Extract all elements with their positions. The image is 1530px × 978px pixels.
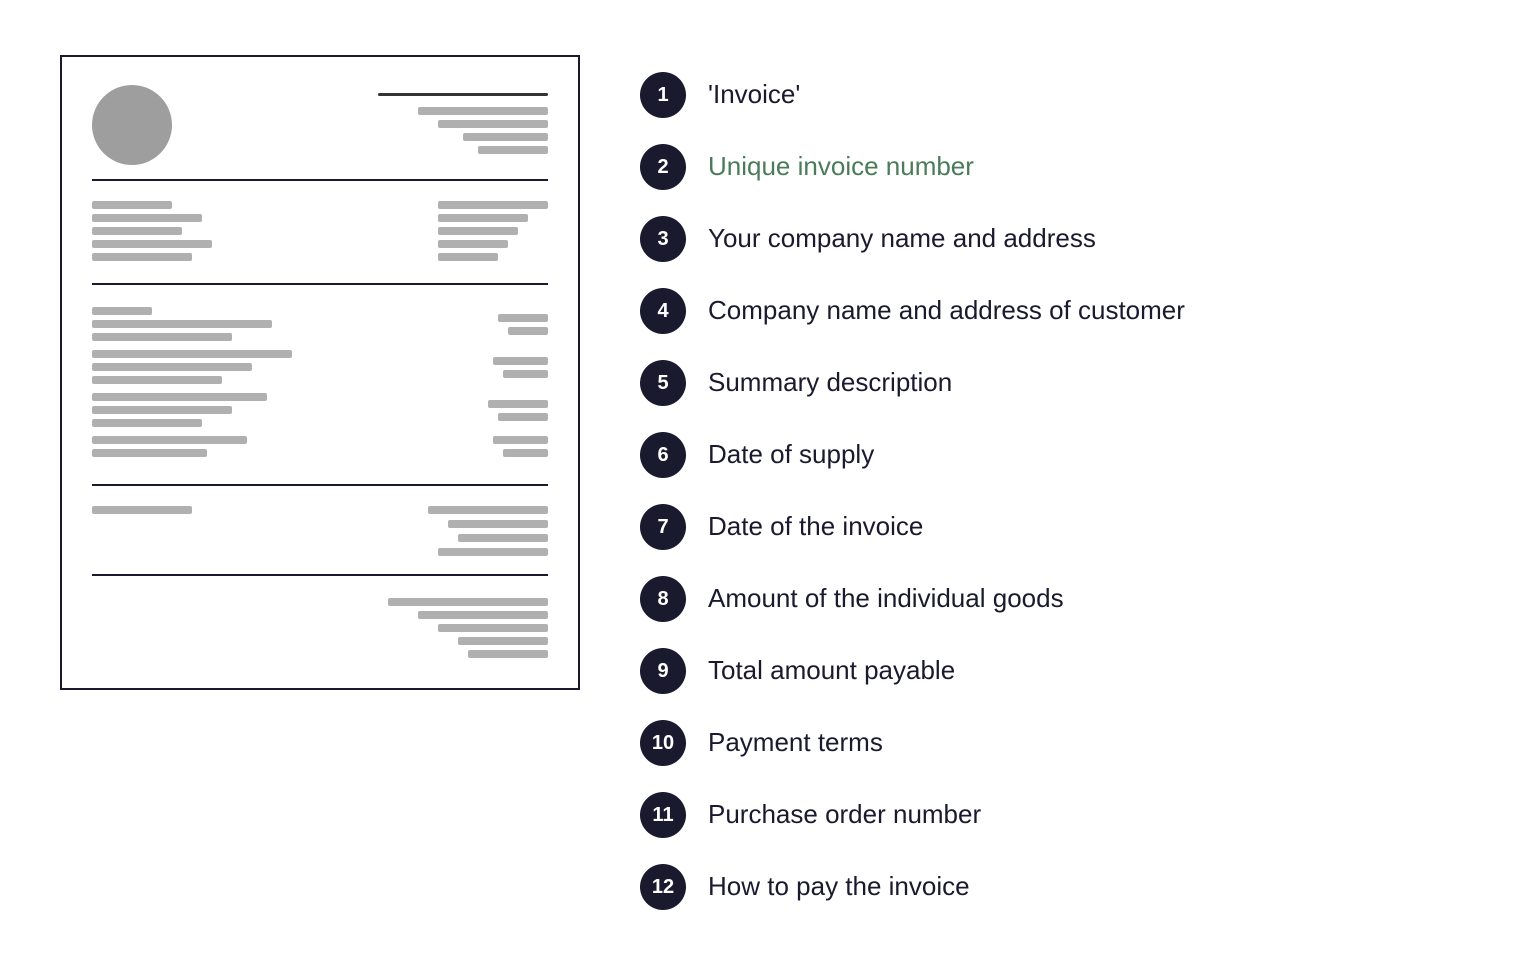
number-badge: 2 bbox=[640, 144, 686, 190]
item-right bbox=[498, 314, 548, 335]
number-badge: 3 bbox=[640, 216, 686, 262]
item-row bbox=[92, 393, 548, 427]
item-label: Unique invoice number bbox=[708, 151, 974, 182]
address-left bbox=[92, 201, 212, 261]
divider-2 bbox=[92, 283, 548, 285]
items-section bbox=[92, 293, 548, 476]
item-left bbox=[92, 350, 292, 384]
item-label: Your company name and address bbox=[708, 223, 1096, 254]
list-item: 11 Purchase order number bbox=[640, 779, 1470, 851]
item-right bbox=[493, 357, 548, 378]
item-label: 'Invoice' bbox=[708, 79, 800, 110]
item-label: Date of the invoice bbox=[708, 511, 923, 542]
item-left bbox=[92, 393, 267, 427]
list-item: 1 'Invoice' bbox=[640, 59, 1470, 131]
item-left bbox=[92, 436, 247, 457]
number-badge: 12 bbox=[640, 864, 686, 910]
number-badge: 9 bbox=[640, 648, 686, 694]
number-badge: 7 bbox=[640, 504, 686, 550]
address-section bbox=[92, 189, 548, 275]
list-item: 2 Unique invoice number bbox=[640, 131, 1470, 203]
list-item: 12 How to pay the invoice bbox=[640, 851, 1470, 923]
divider-4 bbox=[92, 574, 548, 576]
item-label: Date of supply bbox=[708, 439, 874, 470]
item-label: How to pay the invoice bbox=[708, 871, 970, 902]
number-badge: 11 bbox=[640, 792, 686, 838]
number-badge: 8 bbox=[640, 576, 686, 622]
list-item: 3 Your company name and address bbox=[640, 203, 1470, 275]
list-item: 9 Total amount payable bbox=[640, 635, 1470, 707]
list-item: 8 Amount of the individual goods bbox=[640, 563, 1470, 635]
number-badge: 4 bbox=[640, 288, 686, 334]
number-badge: 1 bbox=[640, 72, 686, 118]
list-item: 7 Date of the invoice bbox=[640, 491, 1470, 563]
invoice-mockup bbox=[60, 55, 580, 690]
totals-left bbox=[92, 506, 192, 514]
item-right bbox=[488, 400, 548, 421]
invoice-header bbox=[92, 85, 548, 165]
item-label: Amount of the individual goods bbox=[708, 583, 1064, 614]
divider-1 bbox=[92, 179, 548, 181]
totals-right bbox=[428, 506, 548, 556]
item-label: Total amount payable bbox=[708, 655, 955, 686]
number-badge: 5 bbox=[640, 360, 686, 406]
item-label: Payment terms bbox=[708, 727, 883, 758]
totals-section bbox=[92, 494, 548, 566]
header-lines bbox=[378, 85, 548, 154]
divider-3 bbox=[92, 484, 548, 486]
number-badge: 10 bbox=[640, 720, 686, 766]
item-label: Summary description bbox=[708, 367, 952, 398]
item-left bbox=[92, 307, 272, 341]
info-list: 1 'Invoice' 2 Unique invoice number 3 Your co… bbox=[640, 55, 1470, 923]
number-badge: 6 bbox=[640, 432, 686, 478]
item-row bbox=[92, 307, 548, 341]
main-container: 1 'Invoice' 2 Unique invoice number 3 Your co… bbox=[0, 15, 1530, 963]
item-row bbox=[92, 350, 548, 384]
item-right bbox=[493, 436, 548, 457]
address-right bbox=[438, 201, 548, 261]
list-item: 5 Summary description bbox=[640, 347, 1470, 419]
company-logo bbox=[92, 85, 172, 165]
item-row bbox=[92, 436, 548, 457]
list-item: 10 Payment terms bbox=[640, 707, 1470, 779]
payment-section bbox=[92, 584, 548, 658]
item-label: Purchase order number bbox=[708, 799, 981, 830]
list-item: 4 Company name and address of customer bbox=[640, 275, 1470, 347]
item-label: Company name and address of customer bbox=[708, 295, 1185, 326]
list-item: 6 Date of supply bbox=[640, 419, 1470, 491]
